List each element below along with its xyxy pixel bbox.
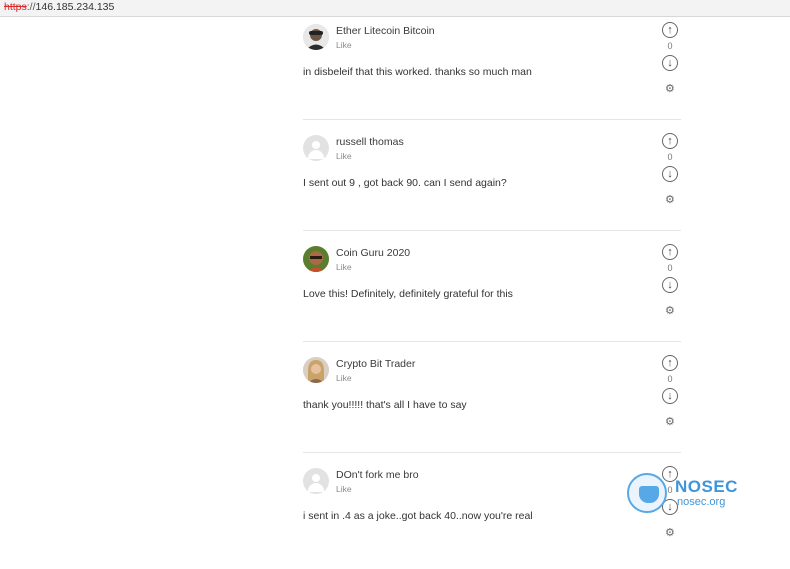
vote-widget: ↑ 0 ↓ <box>661 133 679 182</box>
gear-icon[interactable]: ⚙ <box>665 415 675 428</box>
comment-feed: Ether Litecoin Bitcoin Like in disbeleif… <box>0 18 790 541</box>
arrow-down-circle-icon[interactable]: ↓ <box>662 277 678 293</box>
comment-author[interactable]: Coin Guru 2020 <box>336 247 410 259</box>
watermark-name: NOSEC <box>675 477 738 496</box>
url-host: 146.185.234.135 <box>35 1 115 13</box>
divider <box>303 119 681 120</box>
divider <box>303 341 681 342</box>
arrow-up-circle-icon[interactable]: ↑ <box>662 244 678 260</box>
comment-text: i sent in .4 as a joke..got back 40..now… <box>303 510 533 522</box>
comment-author[interactable]: DOn't fork me bro <box>336 469 419 481</box>
vote-count: 0 <box>667 41 673 51</box>
gear-icon[interactable]: ⚙ <box>665 82 675 95</box>
like-link[interactable]: Like <box>336 151 352 161</box>
nosec-watermark: NOSEC nosec.org <box>627 473 747 523</box>
like-link[interactable]: Like <box>336 373 352 383</box>
comment-item: DOn't fork me bro Like i sent in .4 as a… <box>303 464 683 569</box>
vote-widget: ↑ 0 ↓ <box>661 22 679 71</box>
divider <box>303 452 681 453</box>
arrow-up-circle-icon[interactable]: ↑ <box>662 22 678 38</box>
gear-icon[interactable]: ⚙ <box>665 526 675 539</box>
url-separator: :// <box>26 1 36 13</box>
arrow-down-circle-icon[interactable]: ↓ <box>662 166 678 182</box>
like-link[interactable]: Like <box>336 40 352 50</box>
comment-text: Love this! Definitely, definitely gratef… <box>303 288 513 300</box>
vote-count: 0 <box>667 152 673 162</box>
url-scheme: https <box>4 1 27 13</box>
comment-text: in disbeleif that this worked. thanks so… <box>303 66 532 78</box>
arrow-down-circle-icon[interactable]: ↓ <box>662 55 678 71</box>
comment-author[interactable]: Crypto Bit Trader <box>336 358 415 370</box>
arrow-up-circle-icon[interactable]: ↑ <box>662 133 678 149</box>
comment-author[interactable]: Ether Litecoin Bitcoin <box>336 25 435 37</box>
comment-item: Crypto Bit Trader Like thank you!!!!! th… <box>303 353 683 458</box>
nosec-logo-icon <box>627 473 667 513</box>
avatar[interactable] <box>303 246 329 272</box>
like-link[interactable]: Like <box>336 262 352 272</box>
divider <box>303 230 681 231</box>
address-bar[interactable]: https://146.185.234.135 <box>0 0 790 17</box>
vote-widget: ↑ 0 ↓ <box>661 355 679 404</box>
comment-text: thank you!!!!! that's all I have to say <box>303 399 467 411</box>
like-link[interactable]: Like <box>336 484 352 494</box>
arrow-down-circle-icon[interactable]: ↓ <box>662 388 678 404</box>
user-silhouette-icon[interactable] <box>303 135 329 161</box>
watermark-site: nosec.org <box>677 496 726 508</box>
avatar[interactable] <box>303 357 329 383</box>
vote-count: 0 <box>667 374 673 384</box>
user-silhouette-icon[interactable] <box>303 468 329 494</box>
vote-widget: ↑ 0 ↓ <box>661 244 679 293</box>
comment-author[interactable]: russell thomas <box>336 136 404 148</box>
gear-icon[interactable]: ⚙ <box>665 304 675 317</box>
avatar[interactable] <box>303 24 329 50</box>
comment-item: Coin Guru 2020 Like Love this! Definitel… <box>303 242 683 347</box>
gear-icon[interactable]: ⚙ <box>665 193 675 206</box>
comment-text: I sent out 9 , got back 90. can I send a… <box>303 177 507 189</box>
vote-count: 0 <box>667 263 673 273</box>
comment-item: russell thomas Like I sent out 9 , got b… <box>303 131 683 236</box>
arrow-up-circle-icon[interactable]: ↑ <box>662 355 678 371</box>
comment-item: Ether Litecoin Bitcoin Like in disbeleif… <box>303 20 683 125</box>
